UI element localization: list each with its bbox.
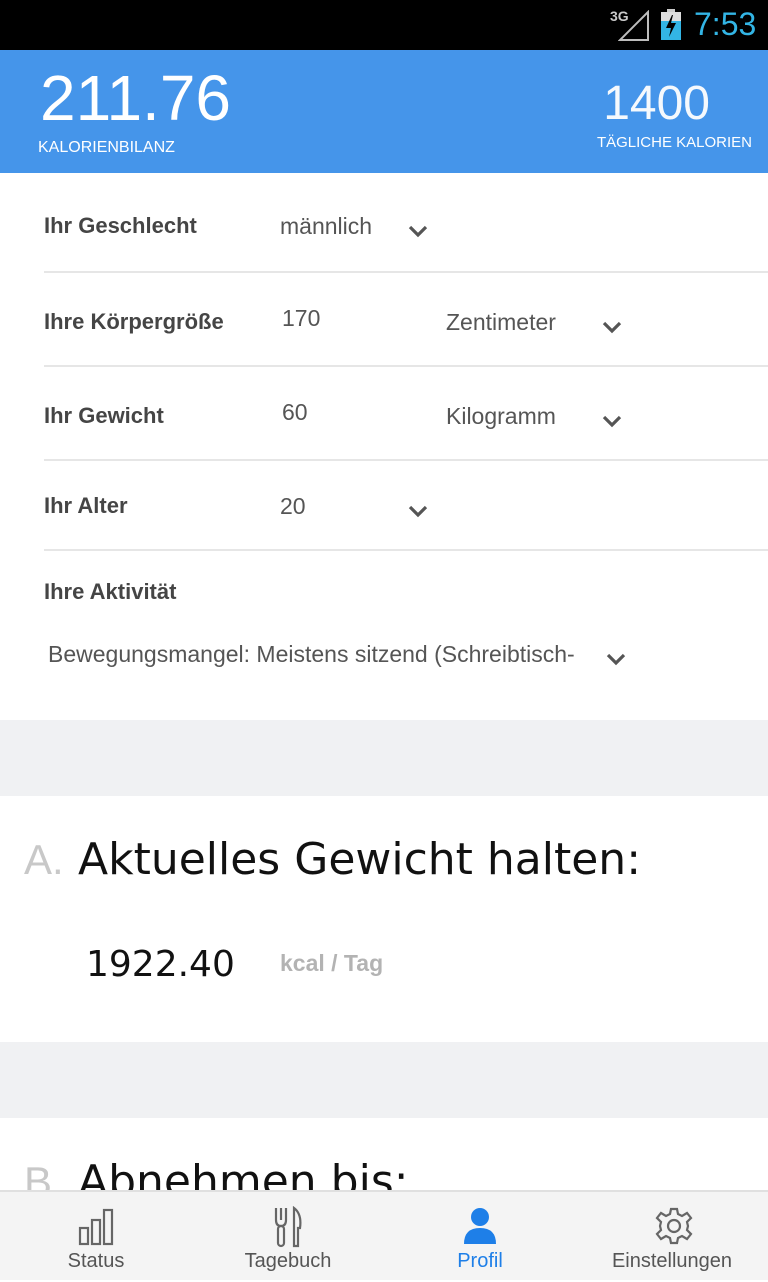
- gender-row: Ihr Geschlecht männlich: [44, 173, 768, 273]
- height-input[interactable]: 170: [282, 305, 320, 332]
- height-unit-value: Zentimeter: [446, 309, 556, 335]
- section-letter: B.: [24, 1158, 64, 1190]
- weight-input[interactable]: 60: [282, 399, 308, 426]
- section-letter: A.: [24, 836, 64, 883]
- chevron-down-icon: [408, 505, 428, 518]
- gear-icon: [655, 1207, 693, 1245]
- section-divider: [0, 720, 768, 796]
- section-title: Aktuelles Gewicht halten:: [78, 834, 642, 885]
- maintain-weight-card: A. Aktuelles Gewicht halten: 1922.40 kca…: [0, 796, 768, 1042]
- age-select[interactable]: 20: [280, 489, 440, 529]
- section-title: Abnehmen bis:: [78, 1156, 409, 1190]
- gender-value: männlich: [280, 213, 373, 239]
- height-row: Ihre Körpergröße 170 Zentimeter: [44, 273, 768, 367]
- lose-weight-card: B. Abnehmen bis:: [0, 1118, 768, 1190]
- bottom-tab-bar: Status Tagebuch Profil Einstellungen: [0, 1190, 768, 1280]
- system-status-bar: 3G 7:53: [0, 0, 768, 50]
- tab-label: Status: [67, 1250, 125, 1272]
- height-unit-select[interactable]: Zentimeter: [446, 305, 636, 345]
- chevron-down-icon: [408, 225, 428, 238]
- chevron-down-icon: [606, 653, 626, 666]
- height-label: Ihre Körpergröße: [44, 309, 224, 334]
- bar-chart-icon: [78, 1208, 114, 1246]
- gender-label: Ihr Geschlecht: [44, 213, 197, 238]
- person-icon: [464, 1208, 496, 1244]
- calorie-balance-value: 211.76: [40, 62, 231, 134]
- tab-label: Profil: [457, 1250, 503, 1272]
- tab-profile[interactable]: Profil: [384, 1192, 576, 1282]
- age-row: Ihr Alter 20: [44, 461, 768, 551]
- daily-calories-label: TÄGLICHE KALORIEN: [596, 134, 752, 151]
- daily-calories-value: 1400: [603, 77, 710, 130]
- calorie-header: 211.76 KALORIENBILANZ 1400 TÄGLICHE KALO…: [0, 50, 768, 173]
- activity-select[interactable]: Bewegungsmangel: Meistens sitzend (Schre…: [44, 635, 634, 675]
- weight-unit-select[interactable]: Kilogramm: [446, 399, 636, 439]
- age-value: 20: [280, 493, 306, 519]
- age-label: Ihr Alter: [44, 493, 128, 518]
- tab-status[interactable]: Status: [0, 1192, 192, 1282]
- cutlery-icon: [274, 1206, 302, 1248]
- signal-icon: [618, 10, 649, 41]
- calorie-balance-label: KALORIENBILANZ: [38, 139, 175, 156]
- activity-label: Ihre Aktivität: [44, 579, 177, 604]
- clock: 7:53: [694, 6, 757, 42]
- tab-settings[interactable]: Einstellungen: [576, 1192, 768, 1282]
- weight-unit-value: Kilogramm: [446, 403, 556, 429]
- battery-charging-icon: [661, 9, 681, 40]
- chevron-down-icon: [602, 415, 622, 428]
- weight-label: Ihr Gewicht: [44, 403, 164, 428]
- weight-row: Ihr Gewicht 60 Kilogramm: [44, 367, 768, 461]
- calories-unit: kcal / Tag: [280, 950, 384, 976]
- section-divider: [0, 1042, 768, 1118]
- chevron-down-icon: [602, 321, 622, 334]
- activity-row: Ihre Aktivität Bewegungsmangel: Meistens…: [44, 551, 768, 720]
- activity-value: Bewegungsmangel: Meistens sitzend (Schre…: [48, 641, 575, 667]
- tab-label: Tagebuch: [244, 1250, 332, 1272]
- gender-select[interactable]: männlich: [280, 209, 440, 249]
- tab-diary[interactable]: Tagebuch: [192, 1192, 384, 1282]
- maintain-calories-value: 1922.40: [86, 944, 235, 985]
- profile-form: Ihr Geschlecht männlich Ihre Körpergröße…: [0, 173, 768, 720]
- tab-label: Einstellungen: [611, 1250, 733, 1272]
